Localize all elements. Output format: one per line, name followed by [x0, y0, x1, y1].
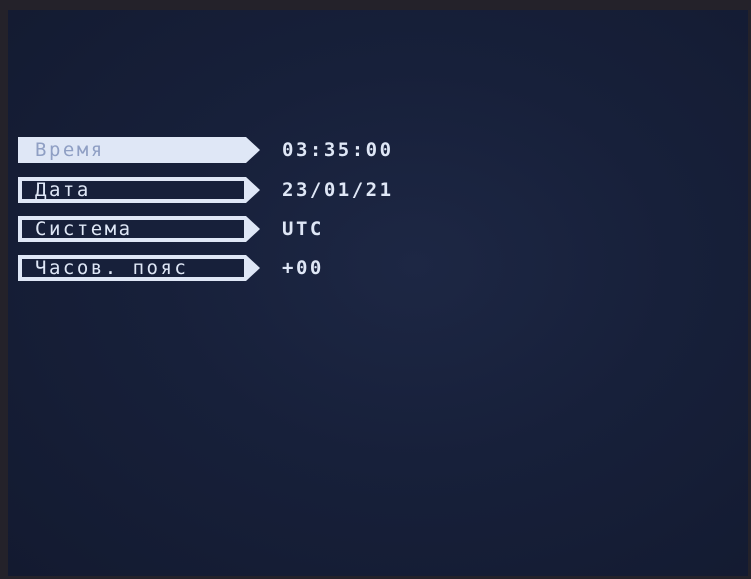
menu-item-timezone[interactable]: Часов. пояс: [18, 254, 264, 282]
system-value: UTC: [282, 218, 324, 240]
settings-row-time: Время 03:35:00: [18, 136, 618, 164]
settings-row-timezone: Часов. пояс +00: [18, 254, 618, 282]
settings-row-date: Дата 23/01/21: [18, 176, 618, 204]
date-value: 23/01/21: [282, 179, 394, 201]
time-value: 03:35:00: [282, 139, 394, 161]
display-screen: Время 03:35:00 Дата 23/01/21 Система UTC…: [8, 10, 748, 576]
timezone-value: +00: [282, 257, 324, 279]
menu-item-label: Время: [35, 139, 105, 161]
menu-item-time[interactable]: Время: [18, 136, 264, 164]
settings-row-system: Система UTC: [18, 215, 618, 243]
menu-item-date[interactable]: Дата: [18, 176, 264, 204]
menu-item-label: Дата: [35, 179, 91, 201]
menu-item-label: Система: [35, 218, 133, 240]
menu-item-label: Часов. пояс: [35, 257, 189, 279]
menu-item-system[interactable]: Система: [18, 215, 264, 243]
